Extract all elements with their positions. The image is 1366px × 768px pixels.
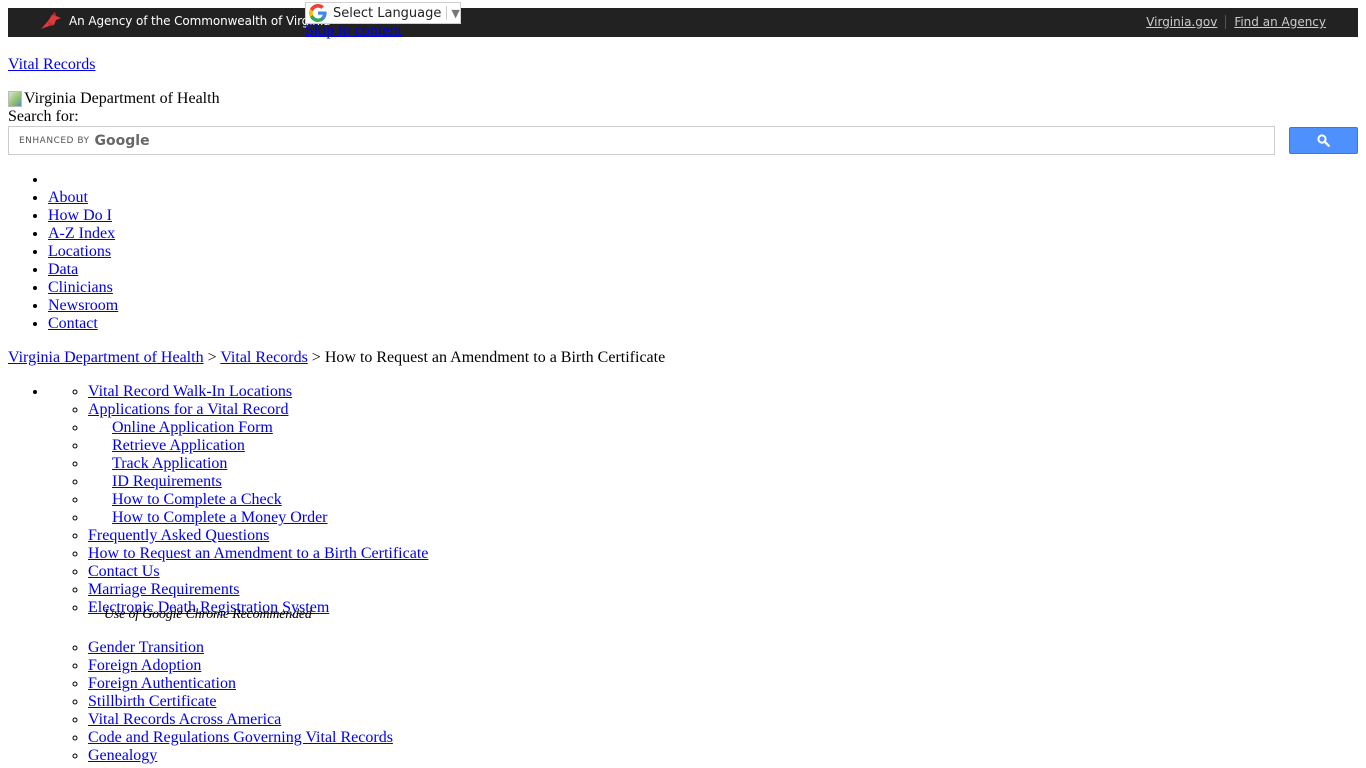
cardinal-logo-icon [41,12,61,29]
sidebar-item: Contact Us [88,563,888,581]
sidebar-link-marriage-requirements[interactable]: Marriage Requirements [88,581,240,598]
nav-link-locations[interactable]: Locations [48,243,111,260]
nav-item-locations: Locations [48,243,118,261]
divider [446,6,448,20]
dropdown-arrow-icon: ▼ [451,6,460,20]
nav-link-a-z-index[interactable]: A-Z Index [48,225,115,242]
sidebar-item: How to Request an Amendment to a Birth C… [88,545,888,563]
nav-item-a-z-index: A-Z Index [48,225,118,243]
nav-link-clinicians[interactable]: Clinicians [48,279,113,296]
sidebar-submenu: Vital Record Walk-In Locations Applicati… [48,383,888,765]
sidebar-link-id-requirements[interactable]: ID Requirements [112,473,222,490]
sidebar-item: Code and Regulations Governing Vital Rec… [88,729,888,747]
language-select[interactable]: Select Language ▼ [305,2,461,24]
site-title-link[interactable]: Vital Records [8,56,95,74]
search-input[interactable] [9,127,1278,156]
sidebar-item: Vital Record Walk-In Locations [88,383,888,401]
vdh-logo-image[interactable]: Virginia Department of Health [8,90,220,108]
sidebar-item: Marriage Requirements [88,581,888,599]
sidebar-item: Online Application Form [88,419,888,437]
sidebar-link-gender-transition[interactable]: Gender Transition [88,639,204,656]
agency-links: Virginia.gov Find an Agency [1146,15,1326,29]
search-input-wrapper[interactable]: ENHANCED BY Google [8,126,1278,156]
sidebar-link-vital-records-across-america[interactable]: Vital Records Across America [88,711,281,728]
breadcrumb-vdh[interactable]: Virginia Department of Health [8,349,204,366]
sidebar-item: Foreign Authentication [88,675,888,693]
search-icon [1317,134,1330,147]
sidebar-item: Genealogy [88,747,888,765]
nav-link-contact[interactable]: Contact [48,315,98,332]
nav-link-data[interactable]: Data [48,261,78,278]
sidebar-link-faq[interactable]: Frequently Asked Questions [88,527,269,544]
search-button[interactable] [1289,127,1358,154]
breadcrumb-separator: > [207,349,217,366]
sidebar-item: Retrieve Application [88,437,888,455]
breadcrumb-separator: > [311,349,321,366]
nav-link-newsroom[interactable]: Newsroom [48,297,118,314]
sidebar-item: How to Complete a Check [88,491,888,509]
sidebar-link-contact-us[interactable]: Contact Us [88,563,160,580]
sidebar-link-birth-certificate-amendment[interactable]: How to Request an Amendment to a Birth C… [88,545,428,562]
nav-link-about[interactable]: About [48,189,88,206]
sidebar-link-online-application-form[interactable]: Online Application Form [112,419,273,436]
nav-item-about: About [48,189,118,207]
nav-item-data: Data [48,261,118,279]
nav-item-empty [48,171,118,189]
sidebar-item: Foreign Adoption [88,657,888,675]
sidebar-link-track-application[interactable]: Track Application [112,455,227,472]
sidebar-link-foreign-adoption[interactable]: Foreign Adoption [88,657,201,674]
sidebar-link-complete-check[interactable]: How to Complete a Check [112,491,282,508]
sidebar-link-retrieve-application[interactable]: Retrieve Application [112,437,245,454]
main-nav: About How Do I A-Z Index Locations Data … [8,171,118,333]
virginia-gov-link[interactable]: Virginia.gov [1146,15,1217,29]
sidebar-link-code-and-regulations[interactable]: Code and Regulations Governing Vital Rec… [88,729,393,746]
nav-item-contact: Contact [48,315,118,333]
sidebar-link-walk-in-locations[interactable]: Vital Record Walk-In Locations [88,383,292,400]
broken-image-icon [8,91,22,107]
sidebar-link-genealogy[interactable]: Genealogy [88,747,157,764]
nav-item-clinicians: Clinicians [48,279,118,297]
breadcrumb-vital-records[interactable]: Vital Records [220,349,307,366]
nav-item-newsroom: Newsroom [48,297,118,315]
find-an-agency-link[interactable]: Find an Agency [1234,15,1326,29]
sidebar-menu: Vital Record Walk-In Locations Applicati… [8,383,428,764]
sidebar-item: Stillbirth Certificate [88,693,888,711]
nav-link-how-do-i[interactable]: How Do I [48,207,112,224]
sidebar-link-foreign-authentication[interactable]: Foreign Authentication [88,675,236,692]
sidebar-item: How to Complete a Money Order [88,509,888,527]
edrs-chrome-note: Use of Google Chrome Recommended [104,607,312,622]
breadcrumb: Virginia Department of Health > Vital Re… [8,349,665,367]
sidebar-item: Applications for a Vital Record [88,401,888,419]
sidebar-item: Vital Records Across America [88,711,888,729]
sidebar-link-complete-money-order[interactable]: How to Complete a Money Order [112,509,328,526]
agency-bar: An Agency of the Commonwealth of Virgini… [8,8,1358,37]
breadcrumb-current: How to Request an Amendment to a Birth C… [324,349,666,366]
sidebar-link-stillbirth-certificate[interactable]: Stillbirth Certificate [88,693,216,710]
google-g-icon [309,4,327,22]
divider [1225,15,1227,29]
vdh-logo-alt-text: Virginia Department of Health [24,90,220,107]
search-label: Search for: [8,108,79,125]
sidebar-item: Gender Transition [88,639,888,657]
sidebar-item: ID Requirements [88,473,888,491]
sidebar-item: Frequently Asked Questions [88,527,888,545]
nav-item-how-do-i: How Do I [48,207,118,225]
sidebar-link-applications[interactable]: Applications for a Vital Record [88,401,288,418]
agency-text: An Agency of the Commonwealth of Virgini… [69,14,331,28]
skip-to-content-link[interactable]: Skip to content [305,22,402,40]
language-select-label: Select Language [333,5,442,21]
sidebar-item: Track Application [88,455,888,473]
